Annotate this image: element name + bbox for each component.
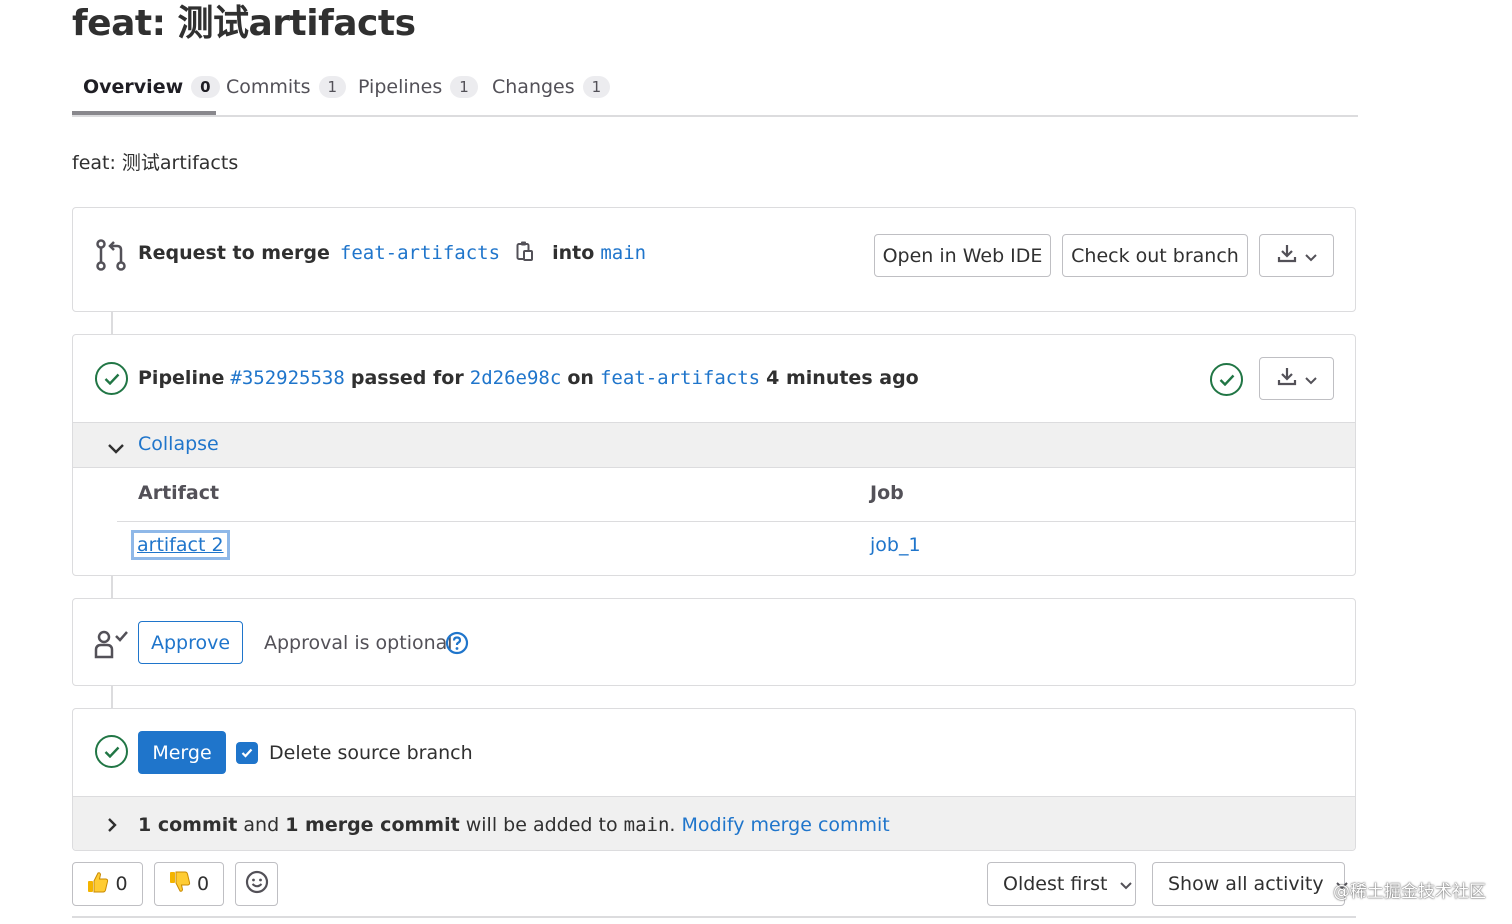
thumbs-up-icon — [87, 871, 109, 898]
delete-source-branch-checkbox[interactable] — [236, 742, 258, 764]
watermark: @稀土掘金技术社区 — [1333, 882, 1486, 902]
thumbs-down-icon — [169, 871, 191, 898]
mergeable-status-icon — [95, 735, 128, 768]
smiley-icon — [245, 870, 269, 899]
download-dropdown-button[interactable] — [1259, 234, 1334, 277]
question-icon[interactable] — [445, 631, 469, 659]
thumbs-up-count: 0 — [115, 873, 128, 895]
chevron-right-icon — [107, 817, 117, 837]
into-label: into — [552, 242, 595, 264]
request-to-merge-label: Request to merge — [138, 242, 330, 264]
thumbs-up-button[interactable]: 0 — [72, 862, 143, 906]
approve-button[interactable]: Approve — [138, 621, 243, 664]
filter-label: Show all activity — [1168, 873, 1324, 895]
tab-overview-label: Overview — [83, 76, 184, 98]
merge-card: Merge Delete source branch 1 commit and … — [72, 708, 1356, 851]
merge-commit-count: 1 merge commit — [285, 814, 460, 836]
mr-description: feat: 测试artifacts — [72, 152, 239, 174]
commit-sha-link[interactable]: 2d26e98c — [470, 367, 562, 389]
collapse-bar[interactable]: Collapse — [73, 422, 1355, 468]
timeline-connector — [111, 311, 113, 335]
merge-commit-summary: 1 commit and 1 merge commit will be adde… — [138, 814, 890, 836]
pipeline-label: Pipeline — [138, 367, 225, 389]
chevron-down-icon — [108, 439, 124, 458]
active-tab-indicator — [72, 111, 216, 115]
modify-merge-commit-link[interactable]: Modify merge commit — [681, 814, 889, 836]
pipeline-time: 4 minutes ago — [766, 367, 919, 389]
chevron-down-icon — [1119, 873, 1132, 895]
table-row: artifact 2 job_1 — [117, 522, 1355, 575]
tab-changes[interactable]: Changes 1 — [492, 68, 611, 106]
approval-card: Approve Approval is optional — [72, 598, 1356, 686]
added-to-label: will be added to — [465, 814, 618, 836]
tab-commits-count: 1 — [318, 76, 347, 98]
page-title: feat: 测试artifacts — [72, 3, 416, 44]
job-link[interactable]: job_1 — [870, 534, 921, 556]
chevron-down-icon — [1304, 245, 1317, 267]
tab-changes-label: Changes — [492, 76, 575, 98]
mr-tabs: Overview 0 Commits 1 Pipelines 1 Changes… — [72, 60, 1358, 117]
chevron-down-icon — [1304, 368, 1317, 390]
pipeline-branch-link[interactable]: feat-artifacts — [600, 367, 760, 389]
pipeline-card: Pipeline #352925538 passed for 2d26e98c … — [72, 334, 1356, 576]
pipeline-download-button[interactable] — [1259, 357, 1334, 400]
download-icon — [1277, 366, 1297, 391]
pipeline-status-icon[interactable] — [95, 362, 128, 395]
tab-pipelines[interactable]: Pipelines 1 — [358, 68, 478, 106]
target-branch-link[interactable]: main — [600, 242, 646, 264]
tab-commits-label: Commits — [226, 76, 311, 98]
thumbs-down-button[interactable]: 0 — [154, 862, 224, 906]
tab-pipelines-count: 1 — [450, 76, 478, 98]
on-label: on — [567, 367, 594, 389]
passed-for-label: passed for — [350, 367, 464, 389]
download-icon — [1277, 243, 1297, 268]
merge-target-branch: main — [623, 814, 670, 836]
commit-count: 1 commit — [138, 814, 238, 836]
tab-commits[interactable]: Commits 1 — [226, 68, 347, 106]
merge-request-card: Request to merge feat-artifacts into mai… — [72, 207, 1356, 312]
footer-divider — [72, 916, 1356, 918]
approval-optional-text: Approval is optional — [264, 632, 453, 654]
merge-button[interactable]: Merge — [138, 731, 226, 774]
activity-filter-dropdown[interactable]: Show all activity — [1152, 862, 1348, 906]
artifact-column-header: Artifact — [138, 482, 220, 504]
timeline-connector — [111, 576, 113, 599]
pipeline-mini-graph-icon[interactable] — [1210, 363, 1243, 396]
copy-branch-icon[interactable] — [516, 240, 534, 267]
merge-request-summary: Request to merge feat-artifacts into mai… — [138, 240, 646, 267]
sort-label: Oldest first — [1003, 873, 1108, 895]
add-reaction-button[interactable] — [235, 862, 278, 906]
job-column-header: Job — [870, 482, 904, 504]
merge-commit-info-bar[interactable]: 1 commit and 1 merge commit will be adde… — [73, 796, 1355, 850]
and-label: and — [243, 814, 280, 836]
tab-overview-count: 0 — [191, 76, 220, 98]
pipeline-id-link[interactable]: #352925538 — [230, 367, 344, 389]
artifact-link[interactable]: artifact 2 — [131, 530, 230, 560]
tab-overview[interactable]: Overview 0 — [83, 68, 220, 106]
pipeline-summary: Pipeline #352925538 passed for 2d26e98c … — [138, 367, 919, 389]
collapse-link[interactable]: Collapse — [138, 433, 219, 455]
sort-dropdown[interactable]: Oldest first — [987, 862, 1136, 906]
tab-changes-count: 1 — [582, 76, 611, 98]
source-branch-link[interactable]: feat-artifacts — [340, 242, 500, 264]
check-out-branch-button[interactable]: Check out branch — [1062, 234, 1248, 277]
merge-request-icon — [95, 238, 127, 276]
timeline-connector — [111, 686, 113, 709]
period: . — [669, 814, 676, 836]
open-web-ide-button[interactable]: Open in Web IDE — [874, 234, 1051, 277]
tab-pipelines-label: Pipelines — [358, 76, 443, 98]
delete-source-branch-label[interactable]: Delete source branch — [269, 742, 473, 764]
approval-user-check-icon — [94, 629, 130, 663]
thumbs-down-count: 0 — [196, 873, 210, 895]
